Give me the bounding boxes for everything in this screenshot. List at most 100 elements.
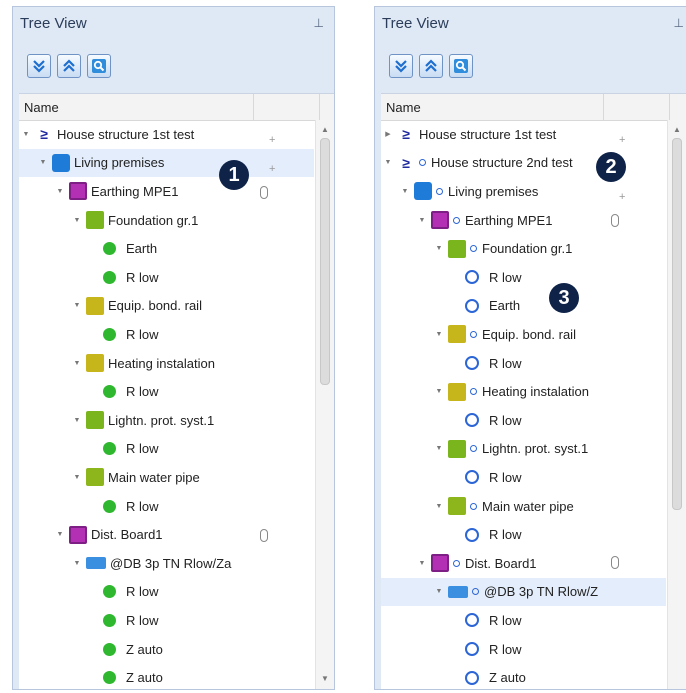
collapse-arrow-icon[interactable]: ▼ [72, 302, 82, 309]
tree-row[interactable]: R low [381, 349, 666, 378]
tree-row-label: Heating instalation [108, 355, 215, 371]
tree-row-label: Z auto [126, 641, 163, 657]
pin-icon[interactable]: ⊥ [674, 16, 684, 30]
foundation-icon [86, 211, 104, 230]
collapse-arrow-icon[interactable]: ▼ [434, 445, 444, 452]
tree-area: Name ▼ ≥ House structure 1st test ▼ Living p… [19, 93, 334, 689]
tree-row[interactable]: ▼ @DB 3p TN Rlow/Z [381, 577, 666, 607]
tree-row-label: Earth [126, 241, 158, 257]
collapse-all-button[interactable] [419, 54, 443, 78]
tree-row[interactable]: ▼ Equip. bond. rail [19, 292, 314, 321]
collapse-arrow-icon[interactable]: ▼ [434, 331, 444, 338]
scroll-up-icon[interactable]: ▲ [321, 125, 329, 134]
collapse-arrow-icon[interactable]: ▼ [434, 588, 444, 595]
tree-row[interactable]: R low [381, 520, 666, 549]
expand-all-button[interactable] [389, 54, 413, 78]
collapse-arrow-icon[interactable]: ▼ [383, 159, 393, 166]
pin-icon[interactable]: ⊥ [314, 16, 324, 30]
attachment-icon [260, 529, 268, 542]
expand-arrow-icon[interactable]: ▶ [383, 130, 393, 138]
search-icon [92, 59, 106, 73]
tree-row[interactable]: R low [381, 606, 666, 635]
tree-row-label: Foundation gr.1 [108, 212, 199, 228]
tree-row[interactable]: ▼ Earthing MPE1 [381, 206, 666, 235]
name-column-header[interactable]: Name [386, 100, 421, 115]
vertical-scrollbar[interactable]: ▲ [667, 120, 686, 689]
tree-row-label: Earthing MPE1 [465, 212, 553, 228]
panel-title: Tree View [382, 15, 449, 32]
tree-row[interactable]: ▼ Lightn. prot. syst.1 [19, 406, 314, 435]
collapse-arrow-icon[interactable]: ▼ [21, 131, 31, 138]
tree-row[interactable]: ▼ Dist. Board1 [381, 549, 666, 578]
tree-row[interactable]: ▼ Foundation gr.1 [19, 206, 314, 235]
scroll-up-icon[interactable]: ▲ [673, 125, 681, 134]
tree-row[interactable]: ▼ Main water pipe [19, 463, 314, 492]
tree-row[interactable]: ▼ Equip. bond. rail [381, 320, 666, 349]
tree-row[interactable]: R low [381, 406, 666, 435]
collapse-arrow-icon[interactable]: ▼ [434, 503, 444, 510]
name-column-header[interactable]: Name [24, 100, 59, 115]
collapse-arrow-icon[interactable]: ▼ [72, 560, 82, 567]
tree-row-label: Z auto [489, 670, 526, 686]
tree-row[interactable]: ▼ Dist. Board1 [19, 520, 314, 549]
scroll-thumb[interactable] [320, 138, 330, 385]
tree-row[interactable]: ▼ Main water pipe [381, 492, 666, 521]
tree-row[interactable]: Earth [381, 292, 666, 321]
tree-row[interactable]: ▼ Heating instalation [381, 377, 666, 406]
tree-row[interactable]: R low [381, 263, 666, 292]
tree-row[interactable]: R low [19, 263, 314, 292]
green-dot-icon [103, 270, 116, 284]
collapse-all-button[interactable] [57, 54, 81, 78]
column-divider[interactable] [253, 94, 254, 120]
tree-row[interactable]: ▼ Earthing MPE1 [19, 177, 314, 206]
search-button[interactable] [449, 54, 473, 78]
collapse-arrow-icon[interactable]: ▼ [55, 531, 65, 538]
add-icon[interactable]: + [269, 163, 275, 175]
tree-row[interactable]: R low [19, 492, 314, 521]
expand-all-button[interactable] [27, 54, 51, 78]
tree-row[interactable]: Earth [19, 234, 314, 263]
collapse-arrow-icon[interactable]: ▼ [417, 560, 427, 567]
collapse-arrow-icon[interactable]: ▼ [417, 217, 427, 224]
column-divider[interactable] [669, 94, 670, 120]
scroll-thumb[interactable] [672, 138, 682, 510]
collapse-arrow-icon[interactable]: ▼ [400, 188, 410, 195]
tree-row-label: R low [126, 269, 159, 285]
status-ring-icon [470, 245, 477, 253]
column-divider[interactable] [319, 94, 320, 120]
search-button[interactable] [87, 54, 111, 78]
tree-row[interactable]: R low [19, 578, 314, 607]
collapse-arrow-icon[interactable]: ▼ [72, 217, 82, 224]
tree-row[interactable]: Z auto [19, 663, 314, 689]
tree-row[interactable]: R low [381, 463, 666, 492]
expand-all-icon [33, 60, 45, 73]
add-icon[interactable]: + [619, 134, 625, 146]
tree-row[interactable]: R low [19, 606, 314, 635]
collapse-arrow-icon[interactable]: ▼ [72, 417, 82, 424]
tree-row[interactable]: ▼ Lightn. prot. syst.1 [381, 435, 666, 464]
blue-ring-icon [465, 270, 479, 285]
dist-board-icon [431, 554, 449, 573]
lightning-icon [86, 411, 104, 430]
tree-row[interactable]: R low [19, 377, 314, 406]
tree-row-label: House structure 1st test [57, 126, 195, 142]
tree-row[interactable]: Z auto [19, 635, 314, 664]
tree-row[interactable]: R low [19, 320, 314, 349]
tree-row[interactable]: ▼ Foundation gr.1 [381, 234, 666, 263]
column-divider[interactable] [603, 94, 604, 120]
collapse-arrow-icon[interactable]: ▼ [434, 388, 444, 395]
vertical-scrollbar[interactable]: ▲ ▼ [315, 120, 334, 689]
tree-row[interactable]: Z auto [381, 663, 666, 689]
collapse-arrow-icon[interactable]: ▼ [434, 245, 444, 252]
tree-row[interactable]: ▼ @DB 3p TN Rlow/Za [19, 549, 314, 578]
collapse-arrow-icon[interactable]: ▼ [38, 159, 48, 166]
collapse-arrow-icon[interactable]: ▼ [72, 474, 82, 481]
add-icon[interactable]: + [619, 191, 625, 203]
tree-row[interactable]: R low [381, 635, 666, 664]
tree-row[interactable]: R low [19, 435, 314, 464]
collapse-arrow-icon[interactable]: ▼ [55, 188, 65, 195]
scroll-down-icon[interactable]: ▼ [321, 674, 329, 683]
collapse-arrow-icon[interactable]: ▼ [72, 360, 82, 367]
tree-row[interactable]: ▼ Heating instalation [19, 349, 314, 378]
add-icon[interactable]: + [269, 134, 275, 146]
